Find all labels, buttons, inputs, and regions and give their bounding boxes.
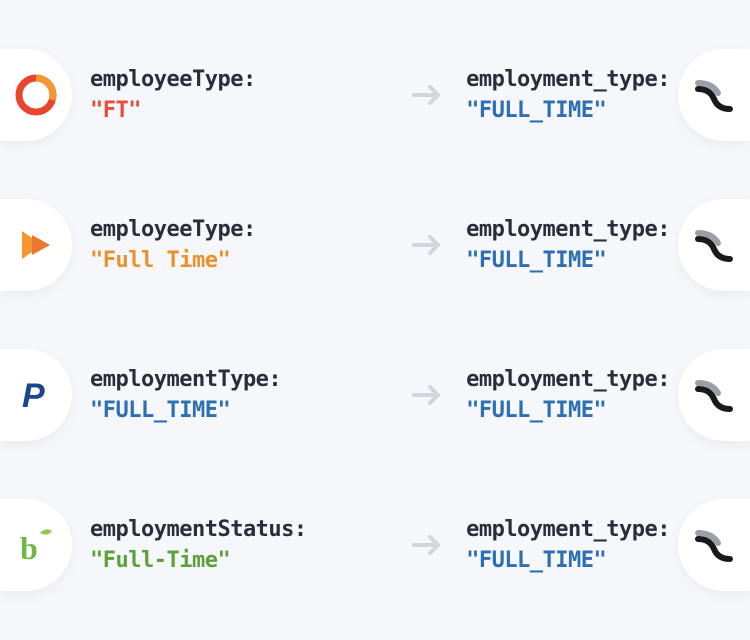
target-key: employment_type: <box>466 517 670 542</box>
source-key: employeeType: <box>90 217 256 242</box>
source-badge: b <box>0 499 72 591</box>
mapping-row: employeeType: "Full Time" employment_typ… <box>0 190 750 300</box>
target-key: employment_type: <box>466 217 670 242</box>
source-code: employmentType: "FULL_TIME" <box>90 367 281 423</box>
target-badge <box>678 349 750 441</box>
mapping-row: P employmentType: "FULL_TIME" employment… <box>0 340 750 450</box>
mapping-row: b employmentStatus: "Full-Time" employme… <box>0 490 750 600</box>
target-code: employment_type: "FULL_TIME" <box>466 217 670 273</box>
merge-logo-icon <box>692 73 736 117</box>
mapping-row: employeeType: "FT" employment_type: "FUL… <box>0 40 750 150</box>
source-code: employmentStatus: "Full-Time" <box>90 517 307 573</box>
target-key: employment_type: <box>466 367 670 392</box>
source-value: "Full-Time" <box>90 548 307 573</box>
target-code: employment_type: "FULL_TIME" <box>466 367 670 423</box>
target-badge <box>678 499 750 591</box>
source-badge <box>0 199 72 291</box>
target-code: employment_type: "FULL_TIME" <box>466 517 670 573</box>
merge-logo-icon <box>692 223 736 267</box>
arrow-icon <box>412 383 448 407</box>
source-key: employmentStatus: <box>90 517 307 542</box>
target-value: "FULL_TIME" <box>466 248 670 273</box>
arrow-icon <box>412 233 448 257</box>
target-value: "FULL_TIME" <box>466 398 670 423</box>
source-value: "Full Time" <box>90 248 256 273</box>
svg-text:P: P <box>22 377 45 415</box>
arrow-logo-icon <box>14 223 58 267</box>
source-key: employmentType: <box>90 367 281 392</box>
arrow-icon <box>412 83 448 107</box>
source-value: "FT" <box>90 98 256 123</box>
target-value: "FULL_TIME" <box>466 98 670 123</box>
merge-logo-icon <box>692 373 736 417</box>
target-badge <box>678 49 750 141</box>
source-code: employeeType: "Full Time" <box>90 217 256 273</box>
source-badge: P <box>0 349 72 441</box>
target-key: employment_type: <box>466 67 670 92</box>
source-badge <box>0 49 72 141</box>
source-key: employeeType: <box>90 67 256 92</box>
merge-logo-icon <box>692 523 736 567</box>
svg-text:b: b <box>20 530 38 566</box>
arrow-icon <box>412 533 448 557</box>
circle-logo-icon <box>14 73 58 117</box>
target-code: employment_type: "FULL_TIME" <box>466 67 670 123</box>
bamboo-logo-icon: b <box>14 523 58 567</box>
source-value: "FULL_TIME" <box>90 398 281 423</box>
target-badge <box>678 199 750 291</box>
p-logo-icon: P <box>14 373 58 417</box>
target-value: "FULL_TIME" <box>466 548 670 573</box>
source-code: employeeType: "FT" <box>90 67 256 123</box>
